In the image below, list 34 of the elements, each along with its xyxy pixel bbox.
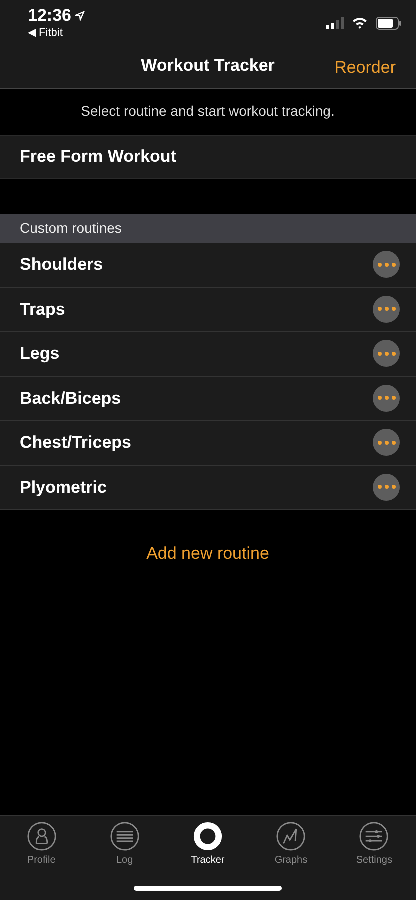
- reorder-button[interactable]: Reorder: [334, 55, 396, 80]
- list-icon: [108, 822, 141, 851]
- routine-name[interactable]: Legs: [20, 341, 60, 366]
- wifi-icon: [352, 17, 368, 29]
- more-options-button[interactable]: [373, 340, 400, 368]
- tab[interactable]: Profile: [0, 822, 84, 868]
- status-time: 12:36: [28, 6, 72, 26]
- more-options-button[interactable]: [373, 251, 400, 278]
- graph-icon: [275, 822, 308, 851]
- ring-icon: [192, 822, 224, 851]
- instruction-text: Select routine and start workout tracking.: [80, 102, 336, 121]
- location-icon: [75, 11, 86, 21]
- more-options-button[interactable]: [373, 474, 400, 501]
- section-header: Custom routines: [0, 214, 416, 243]
- routine-name[interactable]: Shoulders: [20, 252, 104, 278]
- screen-title: Workout Tracker: [141, 55, 275, 78]
- add-routine-button[interactable]: Add new routine: [140, 540, 276, 568]
- tab[interactable]: Log: [83, 822, 166, 868]
- battery-icon: [376, 16, 402, 30]
- free-form-workout-row[interactable]: Free Form Workout: [0, 135, 416, 179]
- more-options-button[interactable]: [373, 296, 400, 323]
- tab[interactable]: Settings: [332, 822, 416, 868]
- routine-name[interactable]: Back/Biceps: [20, 386, 122, 411]
- sliders-icon: [358, 822, 390, 851]
- more-options-button[interactable]: [373, 384, 400, 412]
- back-to-app-link[interactable]: ◀ Fitbit: [28, 26, 86, 40]
- signal-icon: [326, 17, 344, 29]
- tab[interactable]: Tracker: [166, 822, 250, 868]
- routine-name[interactable]: Plyometric: [20, 474, 107, 500]
- routine-name[interactable]: Traps: [20, 296, 66, 322]
- profile-icon: [26, 822, 58, 851]
- more-options-button[interactable]: [373, 429, 400, 456]
- tab[interactable]: Graphs: [250, 822, 333, 868]
- routine-name[interactable]: Chest/Triceps: [20, 430, 132, 456]
